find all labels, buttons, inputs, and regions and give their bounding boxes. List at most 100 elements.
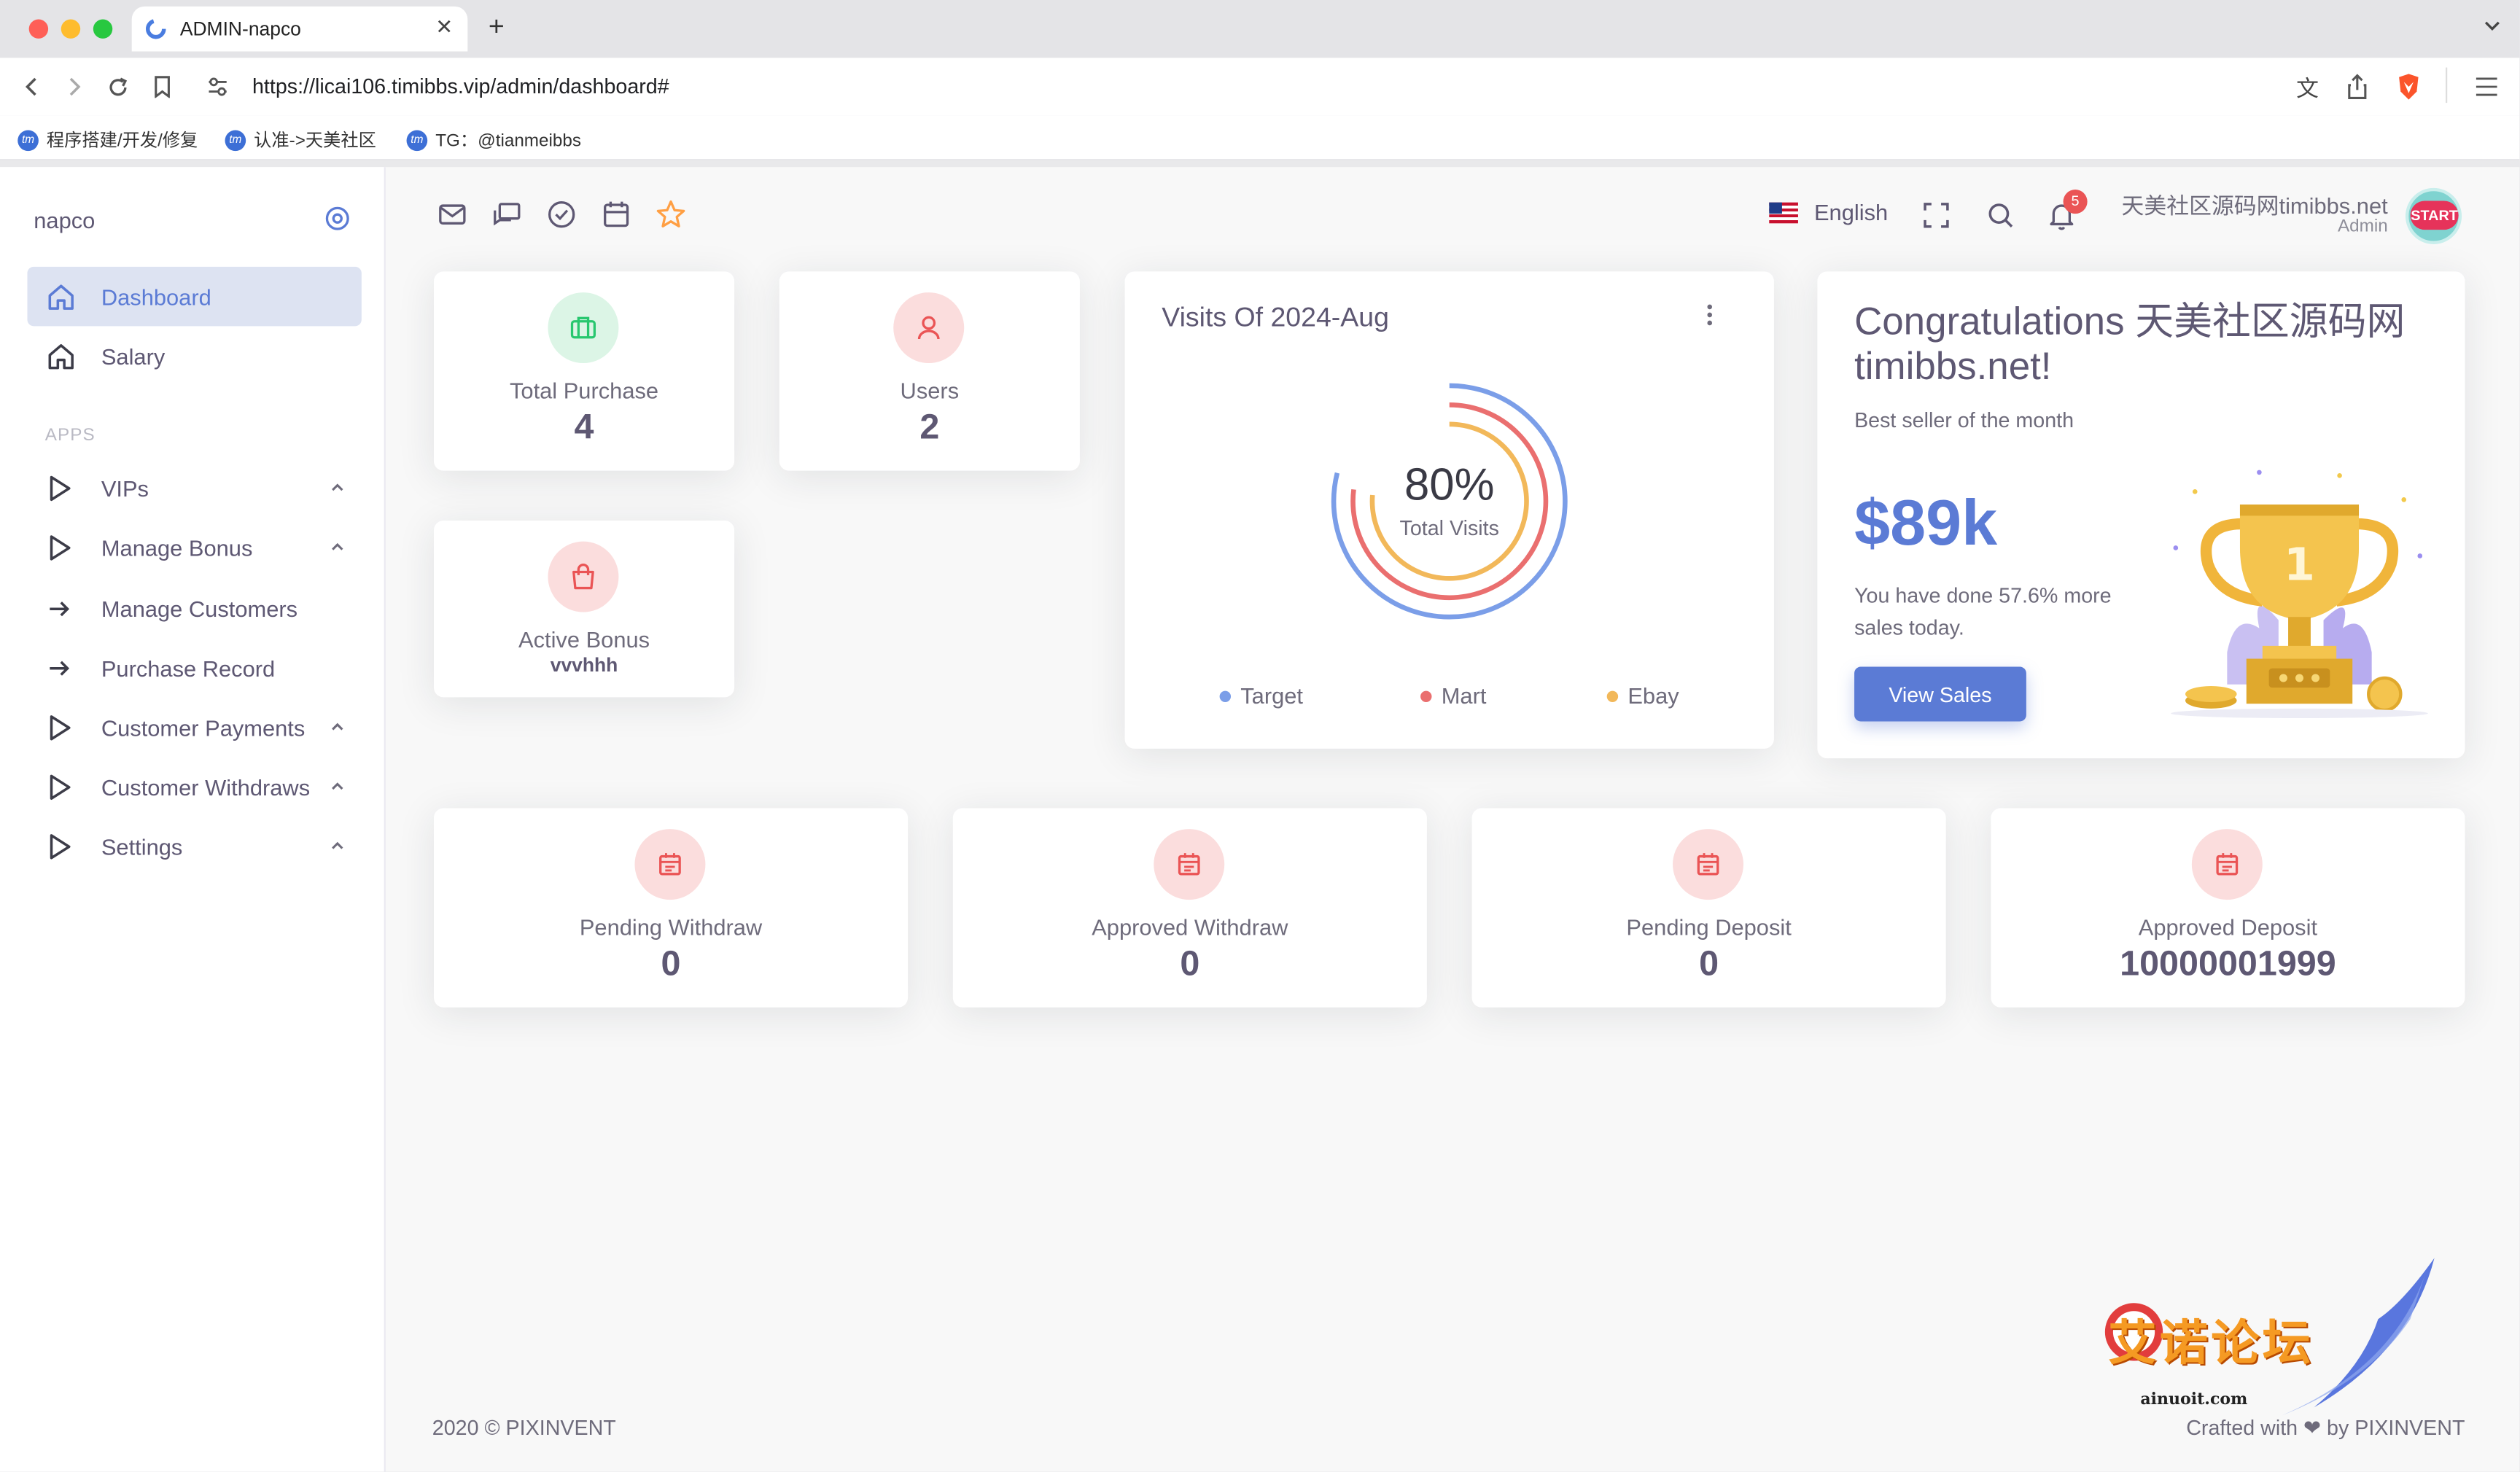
sidebar: napco Dashboard Salary APPS VIPs Manage …: [0, 167, 386, 1472]
chevron-up-icon: [332, 782, 343, 790]
maximize-window-button[interactable]: [93, 19, 113, 39]
stat-label: Pending Deposit: [1626, 914, 1792, 941]
bookmarks-bar: tm 程序搭建/开发/修复 tm 认准->天美社区 tm TG：@tianmeibbs: [0, 115, 2520, 161]
stat-value: 0: [661, 943, 681, 984]
briefcase-icon: [548, 292, 619, 364]
home-icon: [48, 284, 74, 310]
minimize-window-button[interactable]: [61, 19, 81, 39]
chart-legend: Target Mart Ebay: [1125, 683, 1774, 715]
approved-withdraw-card: Approved Withdraw 0: [952, 808, 1427, 1008]
stat-value: vvvhhh: [550, 653, 618, 677]
stat-label: Total Purchase: [509, 377, 659, 404]
legend-item: Mart: [1420, 683, 1486, 709]
browser-toolbar: https://licai106.timibbs.vip/admin/dashb…: [0, 58, 2520, 116]
arrow-right-icon: [50, 601, 70, 617]
stat-label: Active Bonus: [518, 626, 650, 653]
menu-icon[interactable]: [2475, 77, 2499, 96]
sidebar-item-dashboard[interactable]: Dashboard: [27, 266, 362, 327]
sidebar-item-label: VIPs: [101, 475, 149, 502]
browser-tab-bar: ADMIN-napco ✕ +: [0, 0, 2520, 58]
sidebar-item-label: Settings: [101, 833, 183, 860]
toolbar-divider: [2446, 67, 2448, 104]
new-tab-icon[interactable]: +: [489, 11, 505, 43]
calendar-icon[interactable]: [601, 199, 631, 230]
more-vertical-icon[interactable]: [1706, 303, 1713, 326]
view-sales-button[interactable]: View Sales: [1854, 666, 2026, 722]
fullscreen-icon[interactable]: [1922, 200, 1951, 230]
forward-icon[interactable]: [63, 76, 85, 98]
email-icon[interactable]: [437, 199, 467, 230]
language-selector[interactable]: English: [1769, 199, 1888, 225]
stat-label: Pending Withdraw: [579, 914, 763, 941]
sidebar-toggle-icon[interactable]: [324, 206, 350, 231]
calendar-icon: [2191, 829, 2263, 900]
tab-list-chevron-icon[interactable]: [2481, 15, 2504, 37]
sidebar-item-label: Manage Customers: [101, 596, 298, 622]
total-purchase-card: Total Purchase 4: [433, 271, 735, 471]
site-settings-icon[interactable]: [206, 76, 230, 98]
user-role: Admin: [2337, 217, 2388, 236]
sidebar-item-manage-bonus[interactable]: Manage Bonus: [27, 518, 361, 577]
translate-icon[interactable]: 文: [2296, 72, 2319, 104]
home-icon: [48, 344, 74, 370]
tab-close-icon[interactable]: ✕: [435, 15, 453, 40]
bookmark-favicon-icon: tm: [18, 129, 39, 151]
brand-name[interactable]: napco: [34, 207, 95, 233]
bookmark-item[interactable]: tm 认准->天美社区: [225, 127, 376, 152]
sidebar-item-manage-customers[interactable]: Manage Customers: [27, 578, 361, 638]
browser-tab[interactable]: ADMIN-napco ✕: [131, 6, 468, 52]
section-label-apps: APPS: [44, 425, 96, 445]
play-icon: [50, 715, 71, 741]
trophy-icon: 1: [2171, 470, 2428, 719]
approved-deposit-card: Approved Deposit 10000001999: [1991, 808, 2465, 1008]
congratulations-card: Congratulations 天美社区源码网timibbs.net! Best…: [1817, 271, 2465, 759]
sidebar-item-purchase-record[interactable]: Purchase Record: [27, 638, 361, 698]
play-icon: [50, 475, 71, 502]
sidebar-item-customer-payments[interactable]: Customer Payments: [27, 697, 361, 757]
tab-title: ADMIN-napco: [179, 17, 301, 41]
bookmark-item[interactable]: tm TG：@tianmeibbs: [406, 127, 581, 152]
sidebar-item-customer-withdraws[interactable]: Customer Withdraws: [27, 757, 361, 817]
sidebar-item-settings[interactable]: Settings: [27, 816, 361, 876]
calendar-icon: [1673, 829, 1744, 900]
admin-app: napco Dashboard Salary APPS VIPs Manage …: [0, 167, 2520, 1472]
bookmark-item[interactable]: tm 程序搭建/开发/修复: [18, 127, 198, 152]
sidebar-item-salary[interactable]: Salary: [27, 326, 361, 386]
back-icon[interactable]: [21, 76, 44, 98]
card-title: Congratulations 天美社区源码网timibbs.net!: [1854, 300, 2406, 389]
brave-shield-icon[interactable]: [2396, 72, 2422, 101]
shopping-bag-icon: [548, 541, 619, 612]
chat-icon[interactable]: [491, 199, 522, 230]
stat-value: 10000001999: [2120, 943, 2336, 984]
stat-value: 0: [1699, 943, 1719, 984]
chevron-up-icon: [332, 483, 343, 491]
reload-icon[interactable]: [106, 76, 130, 100]
sidebar-item-label: Purchase Record: [101, 655, 276, 682]
check-circle-icon[interactable]: [546, 199, 577, 230]
chevron-up-icon: [332, 542, 343, 550]
star-icon[interactable]: [656, 199, 686, 230]
sales-description: You have done 57.6% more sales today.: [1854, 583, 2112, 640]
sidebar-item-label: Dashboard: [101, 284, 211, 311]
pending-withdraw-card: Pending Withdraw 0: [433, 808, 909, 1008]
site-favicon-icon: [145, 18, 166, 39]
sidebar-item-vips[interactable]: VIPs: [27, 458, 361, 518]
play-icon: [50, 535, 71, 561]
address-bar-input[interactable]: https://licai106.timibbs.vip/admin/dashb…: [252, 74, 669, 98]
share-icon[interactable]: [2346, 74, 2368, 99]
avatar[interactable]: START: [2405, 187, 2462, 244]
calendar-icon: [634, 829, 706, 900]
legend-dot: [1420, 690, 1432, 701]
bookmark-icon[interactable]: [152, 76, 171, 98]
close-window-button[interactable]: [28, 19, 49, 39]
play-icon: [50, 834, 71, 860]
stat-value: 0: [1180, 943, 1200, 984]
pending-deposit-card: Pending Deposit 0: [1471, 808, 1946, 1008]
sidebar-item-label: Customer Withdraws: [101, 774, 311, 801]
search-icon[interactable]: [1986, 200, 2015, 230]
stat-label: Approved Withdraw: [1092, 914, 1288, 941]
footer-copyright: 2020 © PIXINVENT: [432, 1415, 616, 1440]
sidebar-item-label: Customer Payments: [101, 714, 306, 741]
arrow-right-icon: [50, 661, 70, 676]
legend-item: Ebay: [1606, 683, 1679, 709]
